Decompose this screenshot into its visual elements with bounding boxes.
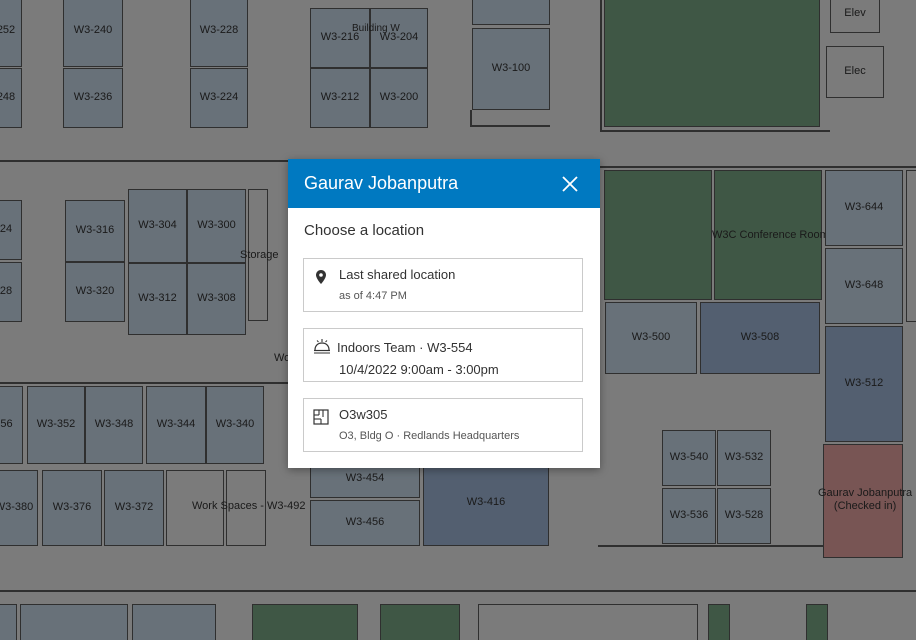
- close-button[interactable]: [560, 174, 580, 194]
- desk-bell-icon: [313, 338, 330, 354]
- option-indoors-team[interactable]: Indoors Team · W3-554 10/4/2022 9:00am -…: [303, 328, 583, 382]
- dialog-title: Gaurav Jobanputra: [304, 173, 459, 193]
- location-pin-icon: [313, 269, 329, 285]
- floor-plan-icon: [313, 409, 329, 425]
- dialog-header: Gaurav Jobanputra: [288, 159, 600, 208]
- option-o3w305[interactable]: O3w305 O3, Bldg O · Redlands Headquarter…: [303, 398, 583, 452]
- option-subtitle: O3, Bldg O · Redlands Headquarters: [339, 430, 520, 442]
- dialog-prompt: Choose a location: [304, 222, 425, 239]
- option-subtitle: as of 4:47 PM: [339, 290, 407, 302]
- option-last-shared-location[interactable]: Last shared location as of 4:47 PM: [303, 258, 583, 312]
- option-title: Last shared location: [339, 267, 456, 282]
- option-title: Indoors Team · W3-554: [337, 340, 473, 355]
- option-subtitle: 10/4/2022 9:00am - 3:00pm: [339, 362, 499, 377]
- choose-location-dialog: Gaurav Jobanputra Choose a location Last…: [288, 159, 600, 468]
- option-title: O3w305: [339, 407, 388, 422]
- close-icon: [562, 176, 578, 192]
